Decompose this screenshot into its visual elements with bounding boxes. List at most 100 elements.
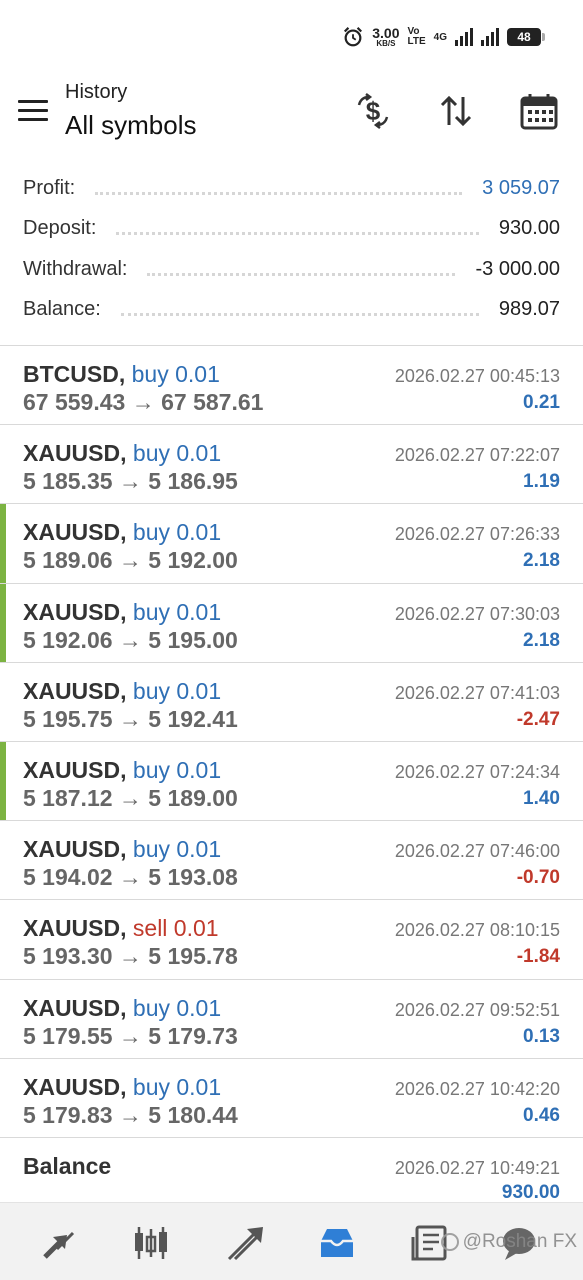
- network-speed: 3.00 KB/S: [372, 26, 399, 48]
- calendar-icon[interactable]: [518, 90, 560, 132]
- symbol-name: XAUUSD,: [23, 756, 127, 783]
- deal-profit: 2.18: [523, 629, 560, 651]
- deal-row[interactable]: XAUUSD, buy 0.01 5 179.83 → 5 180.44 202…: [0, 1059, 583, 1138]
- dotted-leader: [95, 191, 463, 195]
- deal-prices: 5 192.06 → 5 195.00: [23, 626, 238, 653]
- deal-profit: 1.40: [523, 787, 560, 809]
- deals-list: BTCUSD, buy 0.01 67 559.43 → 67 587.61 2…: [0, 345, 583, 1218]
- symbol-name: XAUUSD,: [23, 836, 127, 863]
- deal-profit: 0.46: [523, 1104, 560, 1126]
- speed-unit: KB/S: [376, 39, 396, 48]
- dotted-leader: [116, 232, 479, 236]
- symbol-name: XAUUSD,: [23, 519, 127, 546]
- deal-time: 2026.02.27 07:22:07: [394, 445, 560, 466]
- summary-value: -3 000.00: [475, 257, 560, 280]
- sort-icon[interactable]: [435, 90, 477, 132]
- deal-time: 2026.02.27 07:24:34: [394, 761, 560, 782]
- deal-prices: 5 189.06 → 5 192.00: [23, 547, 238, 574]
- alarm-clock-icon: [344, 27, 363, 47]
- trade-icon[interactable]: [222, 1221, 268, 1265]
- deal-row[interactable]: XAUUSD, buy 0.01 5 195.75 → 5 192.41 202…: [0, 663, 583, 742]
- deal-marker: [0, 583, 6, 662]
- deal-side: buy 0.01: [132, 598, 222, 625]
- summary-label: Balance:: [23, 298, 101, 321]
- deal-symbol: XAUUSD, buy 0.01: [23, 440, 221, 467]
- app-header: History All symbols $: [0, 72, 583, 150]
- deal-row[interactable]: BTCUSD, buy 0.01 67 559.43 → 67 587.61 2…: [0, 346, 583, 426]
- summary-value: 930.00: [498, 217, 560, 240]
- summary-value: 989.07: [498, 298, 560, 321]
- deal-profit: 1.19: [523, 471, 560, 493]
- dotted-leader: [147, 272, 456, 276]
- summary-label: Profit:: [23, 176, 76, 199]
- svg-text:$: $: [366, 96, 381, 126]
- summary-withdrawal-row: Withdrawal: -3 000.00: [0, 249, 583, 290]
- deal-prices: 5 193.30 → 5 195.78: [23, 943, 238, 970]
- summary-label: Deposit:: [23, 217, 97, 240]
- quotes-arrows-icon[interactable]: [36, 1221, 82, 1265]
- summary-balance-row: Balance: 989.07: [0, 290, 583, 331]
- volte-bottom: LTE: [407, 36, 426, 47]
- deal-time: 2026.02.27 00:45:13: [394, 366, 560, 386]
- balance-entry-label: Balance: [23, 1153, 111, 1180]
- summary-value: 3 059.07: [482, 176, 560, 199]
- symbol-name: XAUUSD,: [23, 1073, 127, 1100]
- speed-value: 3.00: [372, 25, 400, 41]
- deal-time: 2026.02.27 07:41:03: [394, 682, 560, 703]
- symbol-name: XAUUSD,: [23, 677, 127, 704]
- signal-strength-1-icon: [455, 28, 473, 46]
- deal-side: buy 0.01: [132, 756, 222, 783]
- deal-row[interactable]: XAUUSD, buy 0.01 5 187.12 → 5 189.00 202…: [0, 741, 583, 822]
- summary-label: Withdrawal:: [23, 257, 128, 280]
- deal-prices: 5 179.55 → 5 179.73: [23, 1022, 238, 1049]
- deposit-withdrawal-icon[interactable]: $: [352, 90, 394, 132]
- deal-prices: 5 179.83 → 5 180.44: [23, 1101, 238, 1128]
- deal-time: 2026.02.27 07:30:03: [394, 603, 560, 624]
- deal-side: buy 0.01: [132, 1073, 222, 1100]
- watermark-text: @Roshan FX: [462, 1231, 577, 1252]
- summary-deposit-row: Deposit: 930.00: [0, 209, 583, 250]
- deal-row[interactable]: XAUUSD, buy 0.01 5 194.02 → 5 193.08 202…: [0, 821, 583, 901]
- symbol-name: BTCUSD,: [23, 361, 126, 387]
- deal-profit: -1.84: [516, 946, 560, 968]
- deal-row[interactable]: XAUUSD, sell 0.01 5 193.30 → 5 195.78 20…: [0, 900, 583, 980]
- watermark-logo-icon: [440, 1233, 459, 1251]
- deal-row[interactable]: XAUUSD, buy 0.01 5 179.55 → 5 179.73 202…: [0, 980, 583, 1059]
- battery-icon: 48: [507, 28, 545, 46]
- symbol-name: XAUUSD,: [23, 440, 127, 467]
- deal-side: sell 0.01: [132, 915, 219, 942]
- deal-row[interactable]: XAUUSD, buy 0.01 5 192.06 → 5 195.00 202…: [0, 583, 583, 663]
- deal-side: buy 0.01: [132, 994, 222, 1021]
- deal-symbol: XAUUSD, buy 0.01: [23, 757, 221, 784]
- deal-time: 2026.02.27 07:26:33: [394, 524, 560, 545]
- deal-side: buy 0.01: [132, 519, 222, 546]
- deal-side: buy 0.01: [131, 361, 220, 387]
- volte-indicator: Vo LTE: [408, 27, 426, 47]
- deal-profit: -2.47: [516, 708, 560, 730]
- status-icons: 3.00 KB/S Vo LTE 4G 48: [342, 26, 545, 48]
- history-inbox-icon[interactable]: [314, 1221, 360, 1265]
- battery-level: 48: [517, 30, 531, 44]
- balance-label: Balance: [23, 1152, 112, 1179]
- deal-prices: 5 187.12 → 5 189.00: [23, 784, 238, 811]
- deal-prices: 67 559.43 → 67 587.61: [23, 389, 264, 415]
- deal-time: 2026.02.27 09:52:51: [394, 999, 560, 1020]
- deal-time: 2026.02.27 08:10:15: [394, 920, 560, 941]
- deal-profit: 0.21: [523, 392, 560, 413]
- deal-side: buy 0.01: [132, 677, 222, 704]
- summary-profit-row: Profit: 3 059.07: [0, 168, 583, 209]
- deal-marker: [0, 741, 6, 821]
- deal-symbol: XAUUSD, buy 0.01: [23, 678, 221, 705]
- deal-row[interactable]: XAUUSD, buy 0.01 5 185.35 → 5 186.95 202…: [0, 425, 583, 505]
- deal-symbol: XAUUSD, buy 0.01: [23, 995, 221, 1022]
- header-subtitle: History: [65, 81, 128, 103]
- chart-candles-icon[interactable]: [128, 1221, 174, 1265]
- deal-row[interactable]: XAUUSD, buy 0.01 5 189.06 → 5 192.00 202…: [0, 504, 583, 584]
- status-bar: 3.00 KB/S Vo LTE 4G 48: [0, 0, 583, 72]
- deal-marker: [0, 504, 6, 583]
- symbol-filter-title[interactable]: All symbols: [65, 110, 196, 141]
- signal-strength-2-icon: [481, 28, 499, 46]
- deal-side: buy 0.01: [132, 836, 222, 863]
- balance-entry-amount: 930.00: [501, 1181, 560, 1203]
- menu-icon[interactable]: [18, 100, 48, 122]
